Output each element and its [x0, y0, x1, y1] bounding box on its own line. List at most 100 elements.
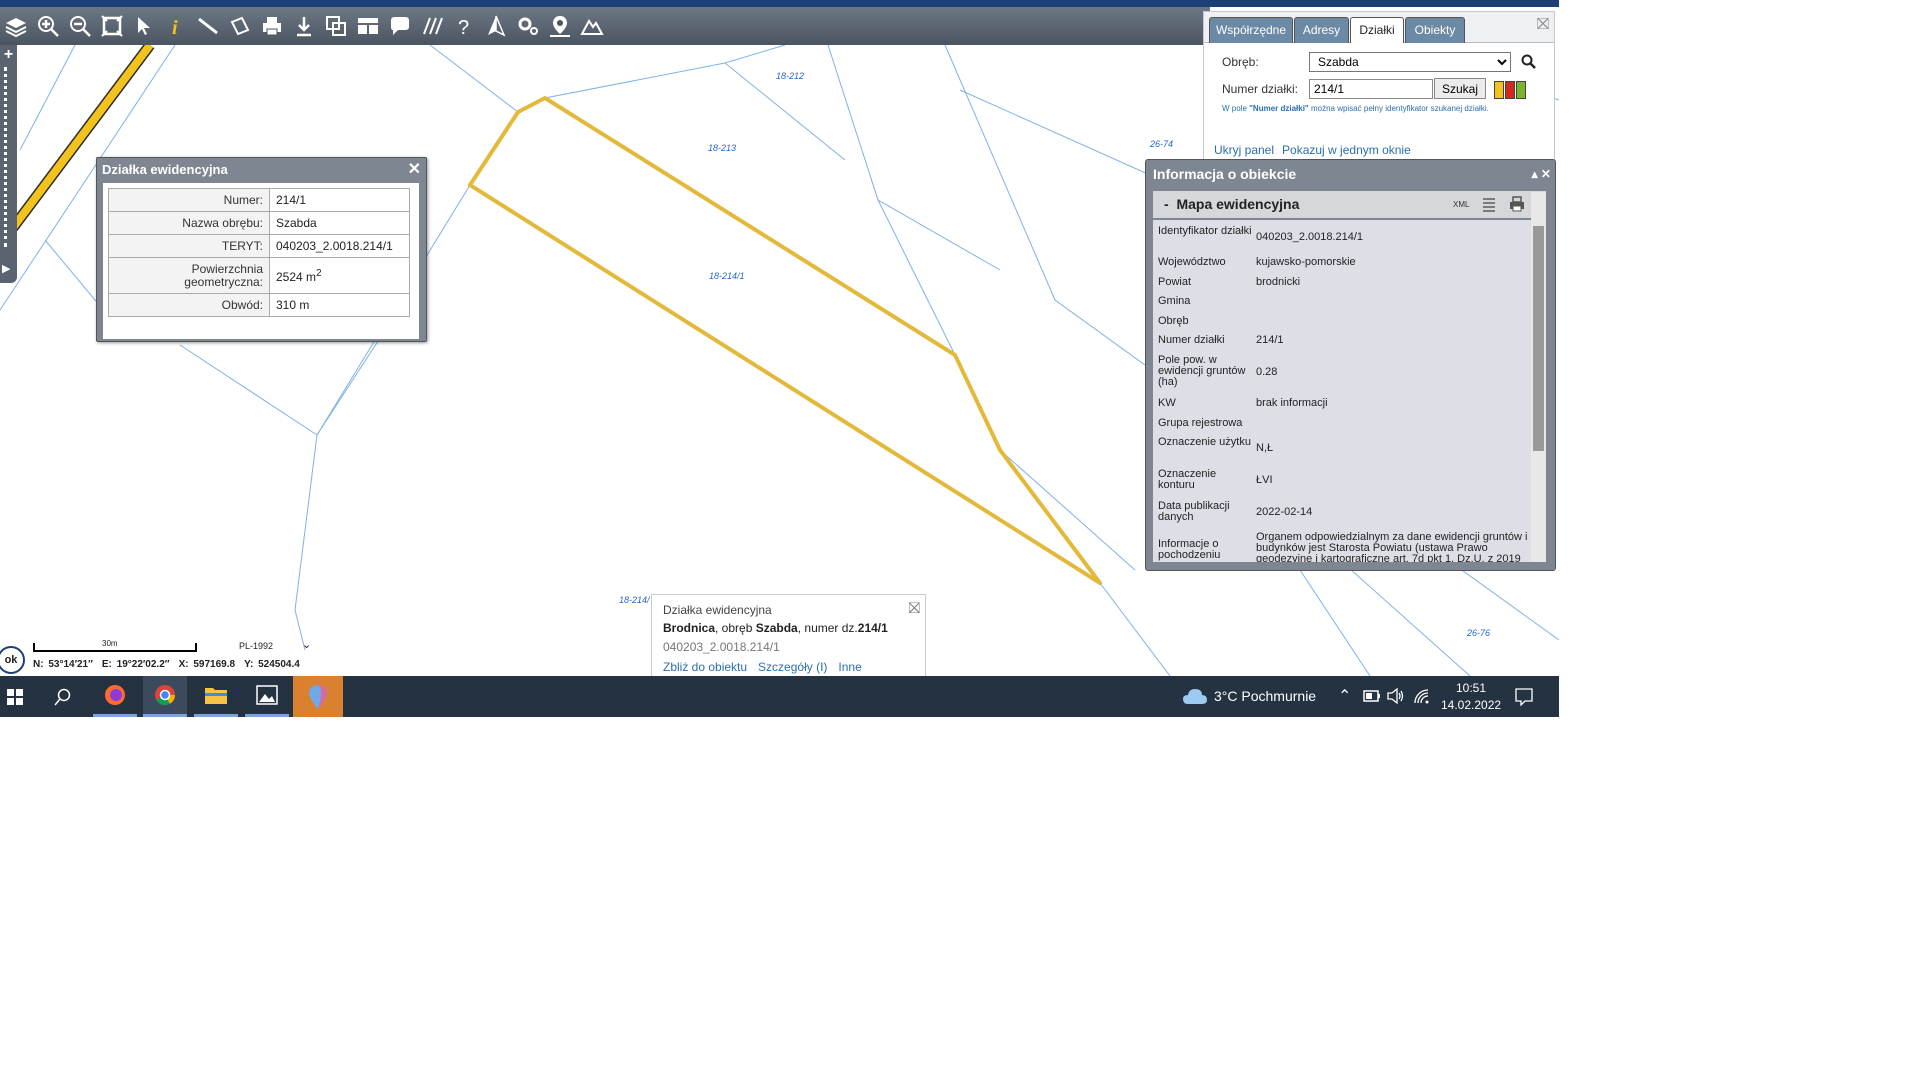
- measure-area-icon[interactable]: [224, 9, 256, 43]
- attr-value: 310 m: [269, 293, 410, 317]
- wifi-icon[interactable]: [1413, 688, 1429, 704]
- cloud-icon[interactable]: [1182, 687, 1208, 705]
- tab-dzialki[interactable]: Działki: [1350, 17, 1404, 43]
- details-link[interactable]: Szczegóły (I): [758, 660, 827, 674]
- weather-text[interactable]: 3°C Pochmurnie: [1214, 676, 1316, 717]
- info-icon[interactable]: i: [160, 9, 192, 43]
- print-icon[interactable]: [1508, 195, 1526, 213]
- zoom-slider[interactable]: + ▶: [0, 45, 17, 283]
- chrome-icon[interactable]: [143, 676, 187, 717]
- hatch-icon[interactable]: [416, 9, 448, 43]
- one-window-link[interactable]: Pokazuj w jednym oknie: [1282, 143, 1411, 157]
- start-icon[interactable]: [0, 676, 30, 717]
- ok-button[interactable]: ok: [0, 646, 25, 674]
- coord-e: E: 19°22′02.2″: [101, 659, 170, 670]
- help-icon[interactable]: ?: [448, 9, 480, 43]
- summary-teryt: 040203_2.0018.214/1: [663, 640, 780, 654]
- szukaj-button[interactable]: Szukaj: [1434, 78, 1486, 99]
- attr-key: TERYT:: [108, 234, 270, 258]
- info-key: Informacje o pochodzeniu: [1158, 538, 1221, 561]
- firefox-icon[interactable]: [93, 676, 137, 717]
- info-key: Identyfikator działki: [1158, 225, 1252, 237]
- parcel-popup-title: Działka ewidencyjna: [102, 162, 228, 177]
- clock[interactable]: 10:51 14.02.2022: [1441, 680, 1501, 714]
- list-icon[interactable]: [1481, 196, 1497, 212]
- section-header[interactable]: - Mapa ewidencyjna XML: [1153, 191, 1546, 218]
- color-red-button[interactable]: [1505, 81, 1515, 99]
- color-green-button[interactable]: [1516, 81, 1526, 99]
- info-key: Oznaczenie użytku: [1158, 436, 1251, 448]
- close-icon[interactable]: ⛝: [1537, 16, 1549, 34]
- collapse-toggle[interactable]: -: [1164, 196, 1169, 212]
- download-icon[interactable]: [288, 9, 320, 43]
- photos-icon[interactable]: [245, 676, 289, 717]
- tab-wspolrzedne[interactable]: Współrzędne: [1209, 17, 1293, 43]
- summary-text: , numer dz.: [797, 621, 858, 635]
- status-bar: ok 30m PL-1992 ⌄ N: 53°14′21″ E: 19°22′02…: [0, 638, 660, 676]
- close-icon[interactable]: ✕: [408, 158, 421, 182]
- settings-icon[interactable]: [512, 9, 544, 43]
- expand-arrow-icon[interactable]: ▶: [2, 262, 10, 275]
- info-value: brodnicki: [1256, 276, 1301, 288]
- layout-icon[interactable]: [352, 9, 384, 43]
- battery-icon[interactable]: [1363, 690, 1381, 702]
- scrollbar[interactable]: [1531, 192, 1546, 562]
- search-panel: Współrzędne Adresy Działki Obiekty ⛝ Obr…: [1203, 11, 1555, 163]
- print-icon[interactable]: [256, 9, 288, 43]
- obreb-select[interactable]: Szabda: [1309, 52, 1511, 72]
- parcel-label: 18-214/: [619, 595, 651, 605]
- comment-icon[interactable]: [384, 9, 416, 43]
- numer-dzialki-input[interactable]: [1309, 79, 1433, 99]
- measure-distance-icon[interactable]: [192, 9, 224, 43]
- chevron-down-icon[interactable]: ⌄: [302, 638, 311, 651]
- top-strip: [0, 0, 1559, 7]
- selected-parcel[interactable]: [468, 96, 1102, 585]
- attr-value: 040203_2.0018.214/1: [269, 234, 410, 258]
- location-icon[interactable]: [544, 9, 576, 43]
- hide-panel-link[interactable]: Ukryj panel: [1214, 143, 1274, 157]
- parcel-label: 18-214/1: [709, 271, 745, 281]
- coord-x: X: 597169.8: [178, 659, 236, 670]
- info-key: Gmina: [1158, 295, 1191, 307]
- chevron-up-icon[interactable]: ⌃: [1338, 676, 1351, 717]
- volume-icon[interactable]: [1387, 688, 1405, 704]
- info-value: brak informacji: [1256, 397, 1328, 409]
- table-row: Powierzchnia geometryczna: 2524 m2: [108, 257, 410, 294]
- close-icon[interactable]: ⛝: [909, 600, 920, 617]
- attr-key: Powierzchnia geometryczna:: [108, 257, 270, 294]
- north-icon[interactable]: [480, 9, 512, 43]
- select-arrow-icon[interactable]: [128, 9, 160, 43]
- color-yellow-button[interactable]: [1494, 81, 1504, 99]
- search-icon[interactable]: [42, 676, 84, 717]
- search-tabs: Współrzędne Adresy Działki Obiekty ⛝: [1204, 12, 1554, 43]
- file-explorer-icon[interactable]: [194, 676, 238, 717]
- xml-export-icon[interactable]: XML: [1453, 200, 1469, 209]
- notifications-icon[interactable]: [1515, 688, 1533, 706]
- tab-adresy[interactable]: Adresy: [1294, 17, 1349, 43]
- parcel-popup: Działka ewidencyjna ✕ Numer: 214/1 Nazwa o…: [96, 157, 427, 342]
- search-icon[interactable]: [1521, 54, 1537, 70]
- parcel-summary-popup: Działka ewidencyjna Brodnica, obręb Szab…: [651, 594, 926, 678]
- info-key: KW: [1158, 397, 1176, 409]
- summary-location: Brodnica, obręb Szabda, numer dz.214/1: [663, 621, 888, 635]
- terrain-icon[interactable]: [576, 9, 608, 43]
- object-info-panel: Informacja o obiekcie ▴ ✕ - Mapa ewidency…: [1145, 159, 1556, 571]
- zoom-to-object-link[interactable]: Zbliż do obiektu: [663, 660, 747, 674]
- hint-prefix: W pole: [1222, 104, 1250, 113]
- scrollbar-thumb[interactable]: [1533, 226, 1544, 451]
- zoom-extent-icon[interactable]: [96, 9, 128, 43]
- maps-app-icon[interactable]: [293, 676, 343, 717]
- other-link[interactable]: Inne: [838, 660, 861, 674]
- tab-obiekty[interactable]: Obiekty: [1405, 17, 1465, 43]
- collapse-close-icon[interactable]: ▴ ✕: [1532, 160, 1551, 188]
- section-title: Mapa ewidencyjna: [1176, 196, 1300, 212]
- zoom-plus-icon[interactable]: +: [0, 45, 17, 65]
- layers-icon[interactable]: [0, 9, 32, 43]
- zoom-in-icon[interactable]: [32, 9, 64, 43]
- info-panel-title: Informacja o obiekcie: [1153, 166, 1297, 182]
- zoom-slider-track[interactable]: [4, 67, 10, 247]
- zoom-out-icon[interactable]: [64, 9, 96, 43]
- attr-value: 214/1: [269, 188, 410, 212]
- copy-icon[interactable]: [320, 9, 352, 43]
- hint-bold: "Numer działki": [1249, 104, 1309, 113]
